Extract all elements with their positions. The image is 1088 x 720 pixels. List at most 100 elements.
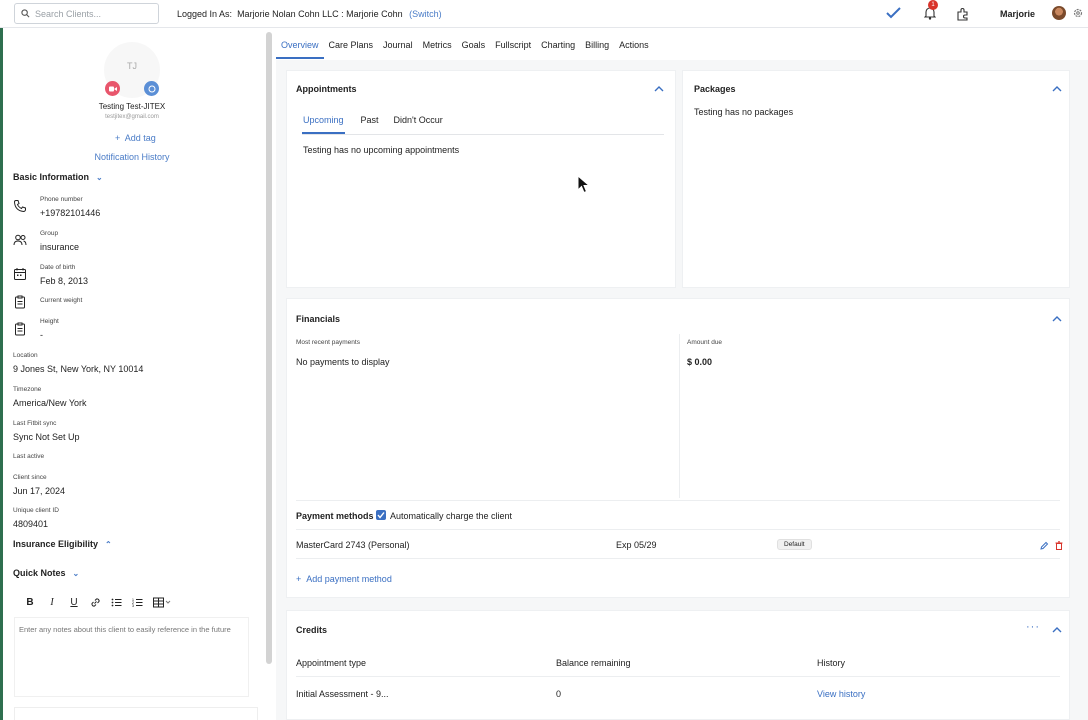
video-icon (108, 86, 117, 91)
chevron-up-icon[interactable] (654, 85, 664, 92)
client-tabs: Overview Care Plans Journal Metrics Goal… (276, 35, 654, 61)
view-history-link[interactable]: View history (817, 689, 865, 699)
logged-in-label: Logged In As: (177, 9, 233, 19)
unique-id-label: Unique client ID (13, 507, 59, 514)
amount-due-label: Amount due (687, 339, 723, 346)
group-icon (13, 234, 27, 246)
client-name: Testing Test-JITEX (98, 102, 166, 111)
logged-in-org: Marjorie Nolan Cohn LLC : Marjorie Cohn (237, 9, 403, 19)
tab-actions[interactable]: Actions (614, 35, 654, 59)
phone-value: +19782101446 (40, 208, 101, 218)
video-call-button[interactable] (105, 81, 120, 96)
packages-card (682, 70, 1070, 288)
appointment-subtabs: Upcoming Past Didn't Occur (302, 113, 664, 135)
tab-goals[interactable]: Goals (457, 35, 491, 59)
sidebar-scrollbar[interactable] (266, 32, 272, 664)
card-expiration: Exp 05/29 (616, 540, 657, 550)
plus-icon: + (115, 133, 123, 143)
search-input[interactable]: Search Clients... (14, 3, 159, 24)
last-active-label: Last active (13, 453, 45, 460)
clipboard-icon (15, 295, 25, 309)
auto-charge-label: Automatically charge the client (390, 511, 513, 521)
sidebar-bottom-card (14, 707, 258, 720)
location-label: Location (13, 352, 38, 359)
plus-icon: + (296, 574, 307, 584)
packages-empty: Testing has no packages (694, 107, 794, 117)
divider (296, 676, 1060, 677)
user-avatar[interactable] (1052, 6, 1066, 20)
chat-button[interactable] (144, 81, 159, 96)
tab-journal[interactable]: Journal (378, 35, 418, 59)
chevron-up-icon[interactable] (1052, 626, 1062, 633)
calendar-icon (14, 268, 26, 280)
recent-payments-label: Most recent payments (296, 339, 360, 346)
appointments-card (286, 70, 676, 288)
bullet-list-icon[interactable] (111, 597, 122, 608)
edit-icon[interactable] (1040, 541, 1049, 550)
quick-notes-header[interactable]: Quick Notes ⌄ (13, 568, 79, 578)
appointments-empty: Testing has no upcoming appointments (303, 145, 460, 155)
notification-history-link[interactable]: Notification History (70, 152, 194, 162)
tab-billing[interactable]: Billing (580, 35, 614, 59)
appointments-title: Appointments (296, 84, 357, 94)
check-icon (377, 512, 385, 519)
tab-metrics[interactable]: Metrics (418, 35, 457, 59)
client-email: testjitex@gmail.com (105, 114, 159, 120)
auto-charge-checkbox[interactable] (376, 510, 386, 520)
divider (296, 529, 1060, 530)
switch-link[interactable]: (Switch) (409, 9, 442, 19)
chevron-up-icon[interactable] (1052, 85, 1062, 92)
subtab-upcoming[interactable]: Upcoming (302, 113, 345, 134)
tab-care-plans[interactable]: Care Plans (324, 35, 379, 59)
card-name: MasterCard 2743 (Personal) (296, 540, 410, 550)
col-history: History (817, 658, 846, 668)
checkmark-icon[interactable] (886, 7, 901, 19)
financials-card (286, 298, 1070, 598)
weight-label: Current weight (40, 297, 83, 304)
add-payment-method-button[interactable]: + Add payment method (296, 574, 392, 584)
timezone-value: America/New York (13, 398, 87, 408)
subtab-past[interactable]: Past (360, 113, 380, 134)
location-value: 9 Jones St, New York, NY 10014 (13, 364, 144, 374)
more-options-icon[interactable]: ··· (1026, 621, 1040, 633)
tab-overview[interactable]: Overview (276, 35, 324, 59)
link-icon[interactable] (90, 597, 101, 608)
tab-charting[interactable]: Charting (536, 35, 580, 59)
subtab-didnt-occur[interactable]: Didn't Occur (393, 113, 444, 134)
packages-title: Packages (694, 84, 736, 94)
group-value: insurance (40, 242, 80, 252)
bold-icon[interactable]: B (24, 597, 36, 608)
credits-title: Credits (296, 625, 328, 635)
amount-due-value: $ 0.00 (687, 357, 713, 367)
divider (296, 558, 1060, 559)
notification-badge: 1 (928, 0, 938, 10)
phone-icon (13, 200, 26, 213)
puzzle-icon[interactable] (956, 7, 970, 21)
underline-icon[interactable]: U (68, 597, 80, 608)
credit-type: Initial Assessment - 9... (296, 689, 389, 699)
insurance-title: Insurance Eligibility (13, 539, 99, 549)
add-tag-button[interactable]: + Add tag (115, 133, 156, 143)
add-tag-label: Add tag (124, 133, 156, 143)
quick-notes-input[interactable]: Enter any notes about this client to eas… (14, 617, 249, 697)
basic-info-header[interactable]: Basic Information ⌄ (13, 172, 103, 182)
fitbit-label: Last Fitbit sync (13, 420, 57, 427)
numbered-list-icon[interactable]: 123 (132, 597, 143, 608)
table-icon[interactable] (153, 597, 171, 608)
tab-fullscript[interactable]: Fullscript (490, 35, 536, 59)
payment-methods-label: Payment methods (296, 511, 374, 521)
chevron-up-icon: ⌃ (105, 539, 112, 549)
user-name[interactable]: Marjorie (1000, 9, 1035, 19)
chevron-down-icon: ⌄ (72, 568, 80, 578)
phone-label: Phone number (40, 196, 83, 203)
chevron-up-icon[interactable] (1052, 315, 1062, 322)
basic-info-title: Basic Information (13, 172, 90, 182)
insurance-header[interactable]: Insurance Eligibility ⌃ (13, 539, 112, 549)
trash-icon[interactable] (1055, 541, 1063, 550)
svg-text:3: 3 (132, 604, 134, 608)
italic-icon[interactable]: I (46, 597, 58, 608)
search-icon (21, 9, 30, 18)
gear-icon[interactable] (1073, 8, 1083, 18)
col-appointment-type: Appointment type (296, 658, 367, 668)
top-bar: Search Clients... Logged In As: Marjorie… (0, 0, 1088, 28)
